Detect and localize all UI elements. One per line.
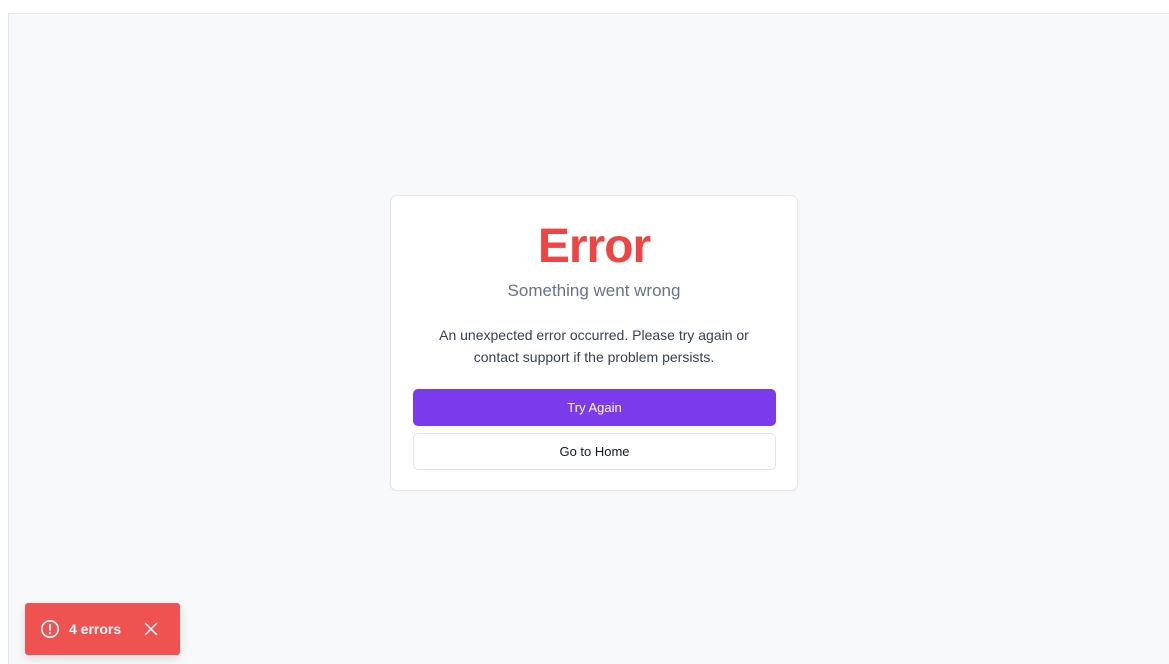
error-card: Error Something went wrong An unexpected…: [390, 195, 798, 491]
error-count-toast[interactable]: 4 errors: [25, 603, 180, 655]
try-again-button[interactable]: Try Again: [413, 389, 776, 426]
error-count-label: 4 errors: [69, 621, 122, 637]
alert-circle-icon: [40, 619, 60, 639]
go-to-home-button[interactable]: Go to Home: [413, 433, 776, 470]
close-icon[interactable]: [143, 621, 159, 637]
page-viewport: Error Something went wrong An unexpected…: [8, 13, 1169, 664]
error-message: An unexpected error occurred. Please try…: [439, 327, 749, 365]
error-subtitle: Something went wrong: [507, 281, 681, 300]
error-title: Error: [537, 220, 651, 273]
